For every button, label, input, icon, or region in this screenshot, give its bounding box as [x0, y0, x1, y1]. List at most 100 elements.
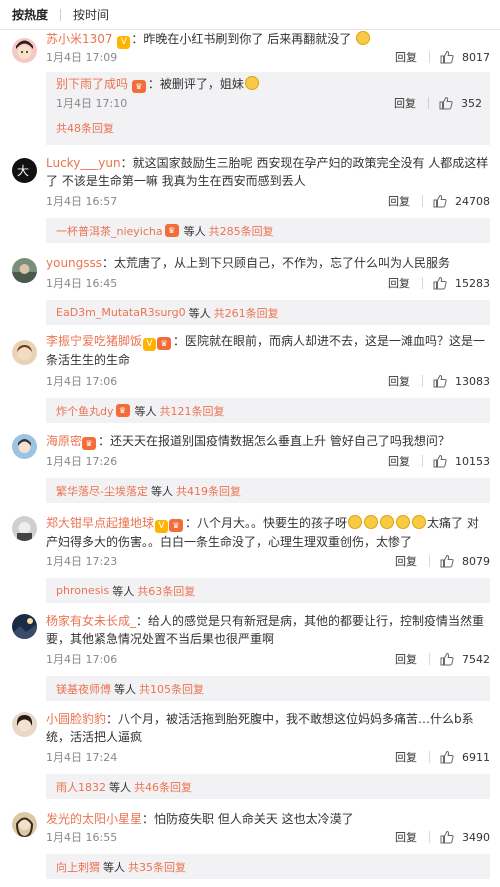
view-all-replies[interactable]: 共48条回复	[56, 120, 114, 138]
reply-button[interactable]: 回复	[383, 651, 429, 667]
thumb-up-icon	[440, 750, 454, 764]
like-button[interactable]: 10153	[423, 454, 490, 468]
like-count: 15283	[455, 276, 490, 290]
comment-text: 八个月大。。快要生的孩子呀	[197, 516, 348, 530]
like-button[interactable]: 8079	[430, 554, 490, 568]
reply-user[interactable]: phronesis	[56, 584, 109, 597]
like-button[interactable]: 7542	[430, 652, 490, 666]
separator: ：	[142, 812, 155, 826]
comment-body: 发光的太阳小星星：怕防疫失职 但人命关天 这也太冷漠了	[46, 810, 490, 828]
avatar[interactable]	[12, 340, 37, 365]
commenter-name[interactable]: 海原密	[46, 434, 82, 448]
reply-summary[interactable]: 一杯普洱茶_nieyicha ♛ 等人 共285条回复	[46, 218, 490, 243]
sub-reply-text: 被删评了，姐妹	[159, 77, 244, 91]
emoji-icon	[348, 515, 363, 529]
like-button[interactable]: 13083	[423, 374, 490, 388]
reply-summary[interactable]: EaD3m_MutataR3surg0 等人 共261条回复	[46, 300, 490, 325]
reply-total[interactable]: 共35条回复	[128, 859, 186, 875]
commenter-name[interactable]: 小圆脸豹豹	[46, 712, 106, 726]
commenter-name[interactable]: Lucky___yun	[46, 156, 121, 170]
commenter-name[interactable]: 李振宁爱吃猪脚饭	[46, 334, 142, 348]
reply-user[interactable]: EaD3m_MutataR3surg0	[56, 306, 186, 319]
reply-user[interactable]: 繁华落尽-尘埃落定	[56, 483, 148, 499]
tab-hot[interactable]: 按热度	[12, 6, 60, 23]
reply-summary[interactable]: 向上刺猬 等人 共35条回复	[46, 854, 490, 879]
avatar[interactable]	[12, 712, 37, 737]
reply-user[interactable]: 炸个鱼丸dy	[56, 403, 114, 419]
like-button[interactable]: 8017	[430, 50, 490, 64]
reply-button[interactable]: 回复	[383, 49, 429, 65]
avatar[interactable]	[12, 614, 37, 639]
commenter-name[interactable]: 苏小米1307	[46, 32, 113, 46]
reply-total[interactable]: 共63条回复	[137, 583, 195, 599]
reply-button[interactable]: 回复	[383, 553, 429, 569]
reply-total[interactable]: 共121条回复	[160, 403, 225, 419]
reply-button[interactable]: 回复	[376, 275, 422, 291]
member-crown-icon: ♛	[82, 437, 97, 450]
tab-time[interactable]: 按时间	[73, 6, 121, 23]
reply-button[interactable]: 回复	[382, 95, 428, 111]
reply-user[interactable]: 一杯普洱茶_nieyicha	[56, 223, 163, 239]
sort-tabs: 按热度 按时间	[0, 0, 500, 30]
like-button[interactable]: 15283	[423, 276, 490, 290]
reply-summary[interactable]: 繁华落尽-尘埃落定 等人 共419条回复	[46, 478, 490, 503]
reply-total[interactable]: 共285条回复	[209, 223, 274, 239]
reply-etc: 等人	[109, 780, 131, 794]
commenter-name[interactable]: 郑大钳早点起撞地球	[46, 516, 154, 530]
avatar[interactable]	[12, 258, 37, 283]
sub-reply-name[interactable]: 别下雨了成吗	[56, 77, 128, 91]
reply-total[interactable]: 共105条回复	[139, 681, 204, 697]
comment-body: Lucky___yun：就这国家鼓励生三胎呢 西安现在孕产妇的政策完全没有 人都…	[46, 154, 490, 190]
commenter-name[interactable]: 发光的太阳小星星	[46, 812, 142, 826]
reply-total[interactable]: 共261条回复	[214, 305, 279, 321]
comment-meta: 1月4日 17:06 回复 7542	[46, 650, 490, 668]
comment-meta: 1月4日 17:26 回复 10153	[46, 452, 490, 470]
reply-etc: 等人	[188, 306, 211, 320]
emoji-icon	[244, 76, 259, 90]
thumb-up-icon	[439, 96, 453, 110]
reply-button[interactable]: 回复	[383, 749, 429, 765]
comment-item: 杨家有女未长成_：给人的感觉是只有新冠是病，其他的都要让行，控制疫情当然重要，其…	[0, 610, 500, 704]
comment-item: 海原密 ♛ ：还天天在报道别国疫情数据怎么垂直上升 管好自己了吗我想问？ 1月4日 …	[0, 430, 500, 508]
avatar[interactable]	[12, 434, 37, 459]
reply-etc: 等人	[103, 860, 125, 874]
like-count: 8017	[462, 50, 490, 64]
comment-item: 发光的太阳小星星：怕防疫失职 但人命关天 这也太冷漠了 1月4日 16:55 回…	[0, 808, 500, 886]
comment-body: 小圆脸豹豹：八个月，被活活拖到胎死腹中，我不敢想这位妈妈多痛苦…什么b系统，活活…	[46, 710, 490, 746]
reply-button[interactable]: 回复	[376, 193, 422, 209]
reply-button[interactable]: 回复	[376, 453, 422, 469]
reply-summary[interactable]: 炸个鱼丸dy ♛ 等人 共121条回复	[46, 398, 490, 423]
reply-summary[interactable]: phronesis 等人 共63条回复	[46, 578, 490, 603]
comment-meta: 1月4日 16:55 回复 3490	[46, 828, 490, 846]
like-button[interactable]: 3490	[430, 830, 490, 844]
reply-summary[interactable]: 镁基夜师傅 等人 共105条回复	[46, 676, 490, 701]
like-count: 10153	[455, 454, 490, 468]
commenter-name[interactable]: youngsss	[46, 256, 102, 270]
reply-summary[interactable]: 雨人1832 等人 共46条回复	[46, 774, 490, 799]
comment-item: 李振宁爱吃猪脚饭 V ♛ ：医院就在眼前，而病人却进不去，这是一滩血吗？这是一条活生生…	[0, 332, 500, 427]
comment-text: 昨晚在小红书刷到你了 后来再翻就没了	[143, 32, 352, 46]
like-button[interactable]: 24708	[423, 194, 490, 208]
reply-total[interactable]: 共46条回复	[134, 779, 192, 795]
comment-body: 郑大钳早点起撞地球 V ♛ ：八个月大。。快要生的孩子呀 太痛了 对产妇得多大的伤害。。…	[46, 514, 490, 551]
reply-button[interactable]: 回复	[376, 373, 422, 389]
reply-user[interactable]: 镁基夜师傅	[56, 681, 111, 697]
emoji-icon	[364, 515, 379, 529]
like-button[interactable]: 352	[429, 96, 482, 110]
separator: ：	[102, 256, 115, 270]
thumb-up-icon	[440, 50, 454, 64]
avatar[interactable]	[12, 38, 37, 63]
comment-time: 1月4日 16:45	[46, 277, 118, 290]
commenter-name[interactable]: 杨家有女未长成_	[46, 614, 136, 628]
like-button[interactable]: 6911	[430, 750, 490, 764]
avatar[interactable]	[12, 516, 37, 541]
comment-meta: 1月4日 17:23 回复 8079	[46, 552, 490, 570]
reply-user[interactable]: 向上刺猬	[56, 859, 100, 875]
reply-total[interactable]: 共419条回复	[176, 483, 241, 499]
emoji-icon	[412, 515, 427, 529]
reply-user[interactable]: 雨人1832	[56, 779, 106, 795]
avatar[interactable]: 大	[12, 158, 37, 183]
avatar[interactable]	[12, 812, 37, 837]
reply-button[interactable]: 回复	[383, 829, 429, 845]
comment-time: 1月4日 17:06	[46, 653, 118, 666]
